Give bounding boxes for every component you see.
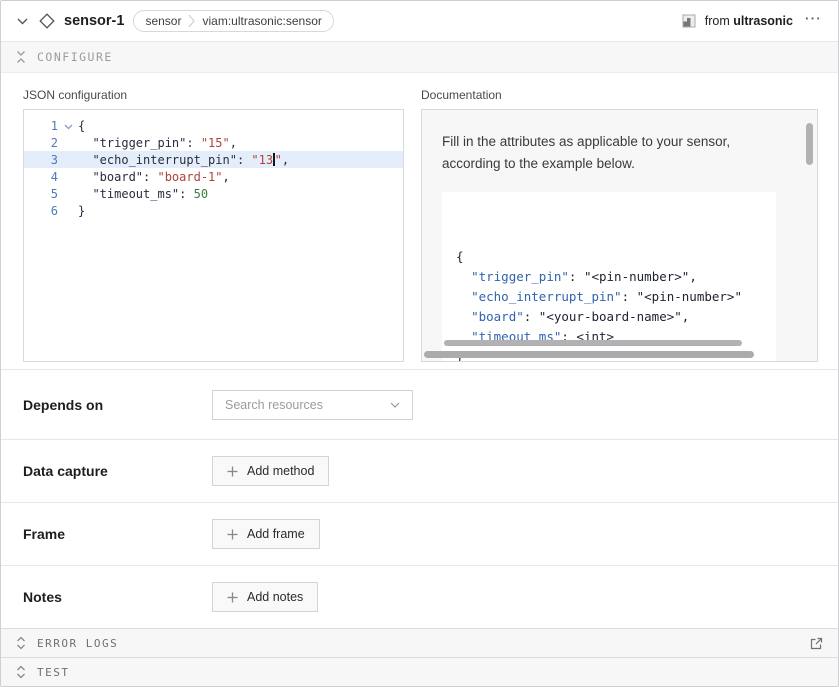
editor-line[interactable]: 3 "echo_interrupt_pin": "13",	[24, 151, 403, 168]
component-card: sensor-1 sensor viam:ultrasonic:sensor f…	[0, 0, 839, 687]
add-frame-button[interactable]: Add frame	[212, 519, 320, 549]
editor-line-code: "trigger_pin": "15",	[78, 136, 237, 150]
ellipsis-icon: ⋯	[804, 9, 822, 28]
frame-row: Frame Add frame	[1, 502, 838, 565]
error-logs-section-bar[interactable]: ERROR LOGS	[1, 628, 838, 657]
chevron-right-separator-icon	[188, 14, 195, 28]
component-header: sensor-1 sensor viam:ultrasonic:sensor f…	[1, 1, 838, 42]
line-number: 6	[24, 204, 58, 218]
plus-icon	[227, 592, 238, 603]
editor-line-code: {	[78, 119, 85, 133]
json-editor-lines: 1{2 "trigger_pin": "15",3 "echo_interrup…	[24, 117, 403, 219]
test-section-bar[interactable]: TEST	[1, 657, 838, 686]
more-menu-button[interactable]: ⋯	[802, 10, 824, 33]
component-type: sensor	[145, 14, 181, 28]
editor-line[interactable]: 1{	[24, 117, 403, 134]
frame-label: Frame	[23, 526, 212, 542]
json-configuration-label: JSON configuration	[23, 88, 404, 102]
configure-body: JSON configuration 1{2 "trigger_pin": "1…	[1, 73, 838, 369]
sensor-component-icon	[39, 13, 55, 29]
expand-vertical-icon	[16, 636, 26, 650]
line-number: 4	[24, 170, 58, 184]
component-model: viam:ultrasonic:sensor	[202, 14, 321, 28]
notes-row: Notes Add notes	[1, 565, 838, 628]
doc-code-line: "echo_interrupt_pin": "<pin-number>"	[456, 287, 762, 307]
chevron-down-icon	[390, 402, 400, 408]
module-name: ultrasonic	[733, 14, 793, 28]
expand-vertical-icon	[16, 665, 26, 679]
collapse-card-button[interactable]	[15, 16, 30, 27]
editor-line[interactable]: 6}	[24, 202, 403, 219]
component-type-model-badge: sensor viam:ultrasonic:sensor	[133, 10, 333, 32]
depends-on-select[interactable]: Search resources	[212, 390, 413, 420]
doc-horizontal-scrollbar[interactable]	[424, 351, 754, 358]
notes-label: Notes	[23, 589, 212, 605]
error-logs-section-label: ERROR LOGS	[37, 637, 118, 650]
open-in-new-icon[interactable]	[810, 637, 823, 650]
module-icon	[682, 14, 696, 28]
editor-line-code: }	[78, 204, 85, 218]
configure-section-label: CONFIGURE	[37, 50, 113, 64]
editor-line-code: "timeout_ms": 50	[78, 187, 208, 201]
code-block-horizontal-scrollbar[interactable]	[444, 340, 742, 346]
doc-vertical-scrollbar[interactable]	[806, 123, 813, 165]
doc-code-line: "trigger_pin": "<pin-number>",	[456, 267, 762, 287]
test-section-label: TEST	[37, 666, 70, 679]
add-method-button[interactable]: Add method	[212, 456, 329, 486]
line-number: 3	[24, 153, 58, 167]
fold-icon[interactable]	[58, 119, 78, 133]
data-capture-row: Data capture Add method	[1, 439, 838, 502]
editor-line[interactable]: 5 "timeout_ms": 50	[24, 185, 403, 202]
documentation-code-block: { "trigger_pin": "<pin-number>", "echo_i…	[442, 192, 776, 362]
plus-icon	[227, 466, 238, 477]
documentation-panel: Fill in the attributes as applicable to …	[421, 109, 818, 362]
editor-line[interactable]: 4 "board": "board-1",	[24, 168, 403, 185]
add-notes-button[interactable]: Add notes	[212, 582, 318, 612]
collapse-vertical-icon	[16, 50, 26, 64]
line-number: 1	[24, 119, 58, 133]
line-number: 2	[24, 136, 58, 150]
editor-line-code: "board": "board-1",	[78, 170, 230, 184]
chevron-down-icon	[17, 18, 28, 25]
depends-on-placeholder: Search resources	[225, 398, 323, 412]
configure-section-bar[interactable]: CONFIGURE	[1, 42, 838, 73]
doc-code-line: {	[456, 247, 762, 267]
documentation-label: Documentation	[421, 88, 818, 102]
from-module-label: from ultrasonic	[705, 14, 793, 28]
json-editor[interactable]: 1{2 "trigger_pin": "15",3 "echo_interrup…	[23, 109, 404, 362]
data-capture-label: Data capture	[23, 463, 212, 479]
editor-line-code: "echo_interrupt_pin": "13",	[78, 153, 289, 167]
documentation-intro-text: Fill in the attributes as applicable to …	[442, 131, 787, 175]
plus-icon	[227, 529, 238, 540]
doc-code-line: "board": "<your-board-name>",	[456, 307, 762, 327]
depends-on-row: Depends on Search resources	[1, 369, 838, 439]
component-name: sensor-1	[64, 13, 124, 29]
editor-line[interactable]: 2 "trigger_pin": "15",	[24, 134, 403, 151]
line-number: 5	[24, 187, 58, 201]
depends-on-label: Depends on	[23, 397, 212, 413]
